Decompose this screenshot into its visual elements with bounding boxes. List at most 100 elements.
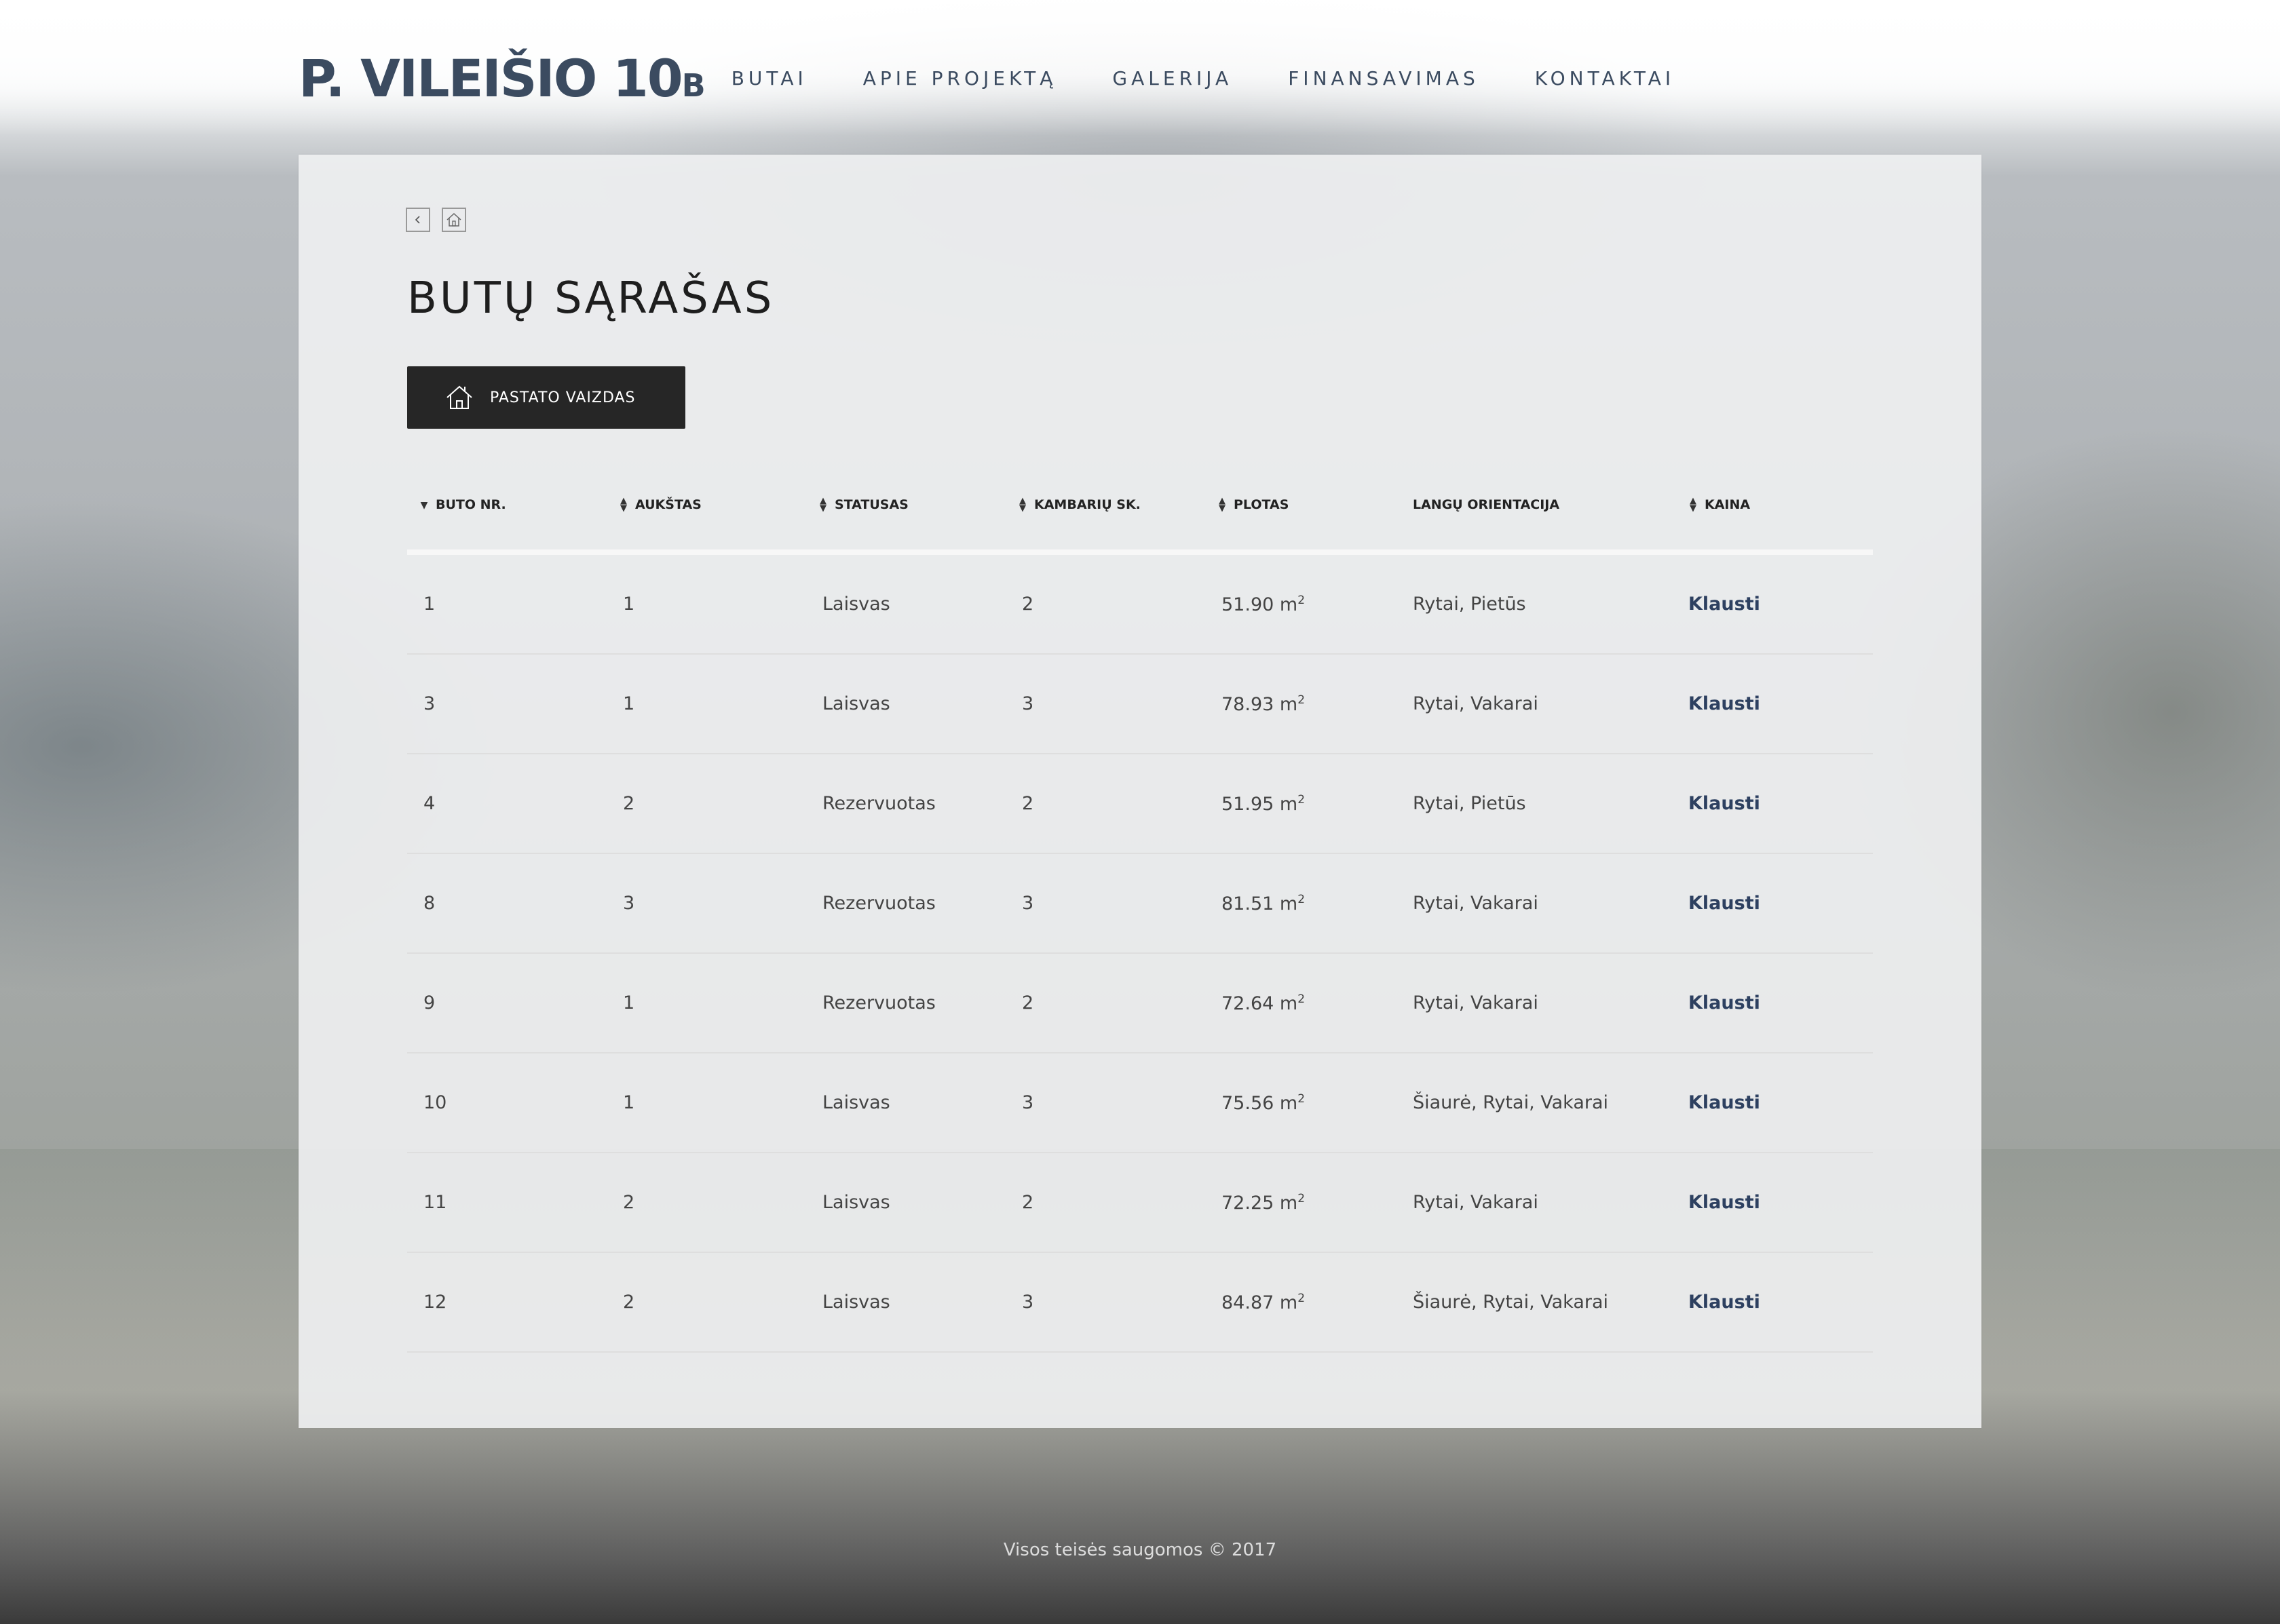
nav-item-finansavimas[interactable]: FINANSAVIMAS: [1288, 67, 1479, 90]
back-button[interactable]: [406, 208, 430, 232]
site-logo[interactable]: P. VILEIŠIO 10B: [299, 48, 706, 109]
cell-rooms: 3: [1006, 1252, 1205, 1353]
ask-price-link[interactable]: Klausti: [1688, 1192, 1760, 1213]
cell-floor: 1: [607, 1053, 806, 1153]
area-unit-exponent: 2: [1297, 992, 1306, 1006]
cell-status-value: Rezervuotas: [822, 893, 936, 914]
table-row[interactable]: 1 1 Laisvas 2 51.90 m2 Rytai, Pietūs Klausti: [407, 552, 1873, 655]
cell-apartment-number-value: 3: [423, 693, 436, 714]
column-header-statusas[interactable]: ▲ ▼ STATUSAS: [806, 460, 1006, 555]
cell-rooms-value: 3: [1022, 893, 1034, 914]
cell-rooms: 3: [1006, 654, 1205, 754]
ask-price-link[interactable]: Klausti: [1688, 992, 1760, 1013]
cell-apartment-number: 1: [407, 552, 607, 655]
cell-orientation: Šiaurė, Rytai, Vakarai: [1405, 1053, 1676, 1153]
page-title: BUTŲ SĄRAŠAS: [407, 273, 775, 324]
area-value: 84.87: [1221, 1292, 1274, 1313]
cell-status: Laisvas: [806, 1053, 1006, 1153]
cell-apartment-number-value: 9: [423, 992, 436, 1013]
cell-area: 78.93 m2: [1205, 654, 1405, 754]
cell-apartment-number-value: 1: [423, 594, 436, 615]
cell-status: Laisvas: [806, 1252, 1006, 1353]
ask-price-link[interactable]: Klausti: [1688, 693, 1760, 714]
area-value: 72.64: [1221, 992, 1274, 1014]
cell-status-value: Laisvas: [822, 594, 890, 615]
cell-floor-value: 1: [623, 992, 635, 1013]
cell-rooms: 2: [1006, 552, 1205, 655]
breadcrumb: [406, 208, 466, 232]
logo-text: P. VILEIŠIO 10: [299, 47, 683, 109]
cell-rooms: 2: [1006, 953, 1205, 1053]
cell-orientation: Rytai, Vakarai: [1405, 1153, 1676, 1253]
cell-rooms-value: 2: [1022, 793, 1034, 814]
cell-floor: 2: [607, 1153, 806, 1253]
nav-item-galerija[interactable]: GALERIJA: [1112, 67, 1232, 90]
sort-both-icon: ▲ ▼: [1019, 496, 1026, 514]
cell-area: 72.64 m2: [1205, 953, 1405, 1053]
ask-price-link[interactable]: Klausti: [1688, 1092, 1760, 1113]
area-value: 78.93: [1221, 693, 1274, 715]
column-header-label: AUKŠTAS: [635, 497, 702, 512]
cell-apartment-number-value: 11: [423, 1192, 447, 1213]
table-row[interactable]: 11 2 Laisvas 2 72.25 m2 Rytai, Vakarai Klausti: [407, 1153, 1873, 1253]
site-header: P. VILEIŠIO 10B BUTAI APIE PROJEKTĄ GALE…: [299, 41, 1730, 115]
column-header-aukstas[interactable]: ▲ ▼ AUKŠTAS: [607, 460, 806, 555]
nav-item-butai[interactable]: BUTAI: [732, 67, 808, 90]
cell-apartment-number: 8: [407, 853, 607, 954]
cell-orientation-value: Šiaurė, Rytai, Vakarai: [1413, 1292, 1609, 1313]
sort-both-icon: ▲ ▼: [1690, 496, 1696, 514]
nav-item-apie-projekta[interactable]: APIE PROJEKTĄ: [863, 67, 1057, 90]
ask-price-link[interactable]: Klausti: [1688, 1292, 1760, 1313]
table-row[interactable]: 9 1 Rezervuotas 2 72.64 m2 Rytai, Vakarai Klau…: [407, 953, 1873, 1053]
table-row[interactable]: 3 1 Laisvas 3 78.93 m2 Rytai, Vakarai Klausti: [407, 654, 1873, 754]
cell-apartment-number-value: 8: [423, 893, 436, 914]
column-header-kambariu-sk[interactable]: ▲ ▼ KAMBARIŲ SK.: [1006, 460, 1205, 555]
cell-floor: 1: [607, 654, 806, 754]
nav-item-kontaktai[interactable]: KONTAKTAI: [1535, 67, 1675, 90]
cell-orientation-value: Rytai, Vakarai: [1413, 893, 1538, 914]
table-row[interactable]: 4 2 Rezervuotas 2 51.95 m2 Rytai, Pietūs Klaus…: [407, 754, 1873, 854]
cell-apartment-number: 11: [407, 1153, 607, 1253]
cell-apartment-number-value: 10: [423, 1092, 447, 1113]
area-value: 75.56: [1221, 1092, 1274, 1114]
ask-price-link[interactable]: Klausti: [1688, 893, 1760, 914]
area-value: 81.51: [1221, 893, 1274, 914]
cell-status-value: Laisvas: [822, 1292, 890, 1313]
chevron-left-icon: [415, 216, 420, 224]
cell-rooms-value: 3: [1022, 1292, 1034, 1313]
home-button[interactable]: [442, 208, 466, 232]
column-header-langu-orientacija: LANGŲ ORIENTACIJA: [1405, 460, 1676, 555]
area-unit-exponent: 2: [1297, 1191, 1306, 1205]
table-row[interactable]: 12 2 Laisvas 3 84.87 m2 Šiaurė, Rytai, Vakara…: [407, 1252, 1873, 1353]
column-header-kaina[interactable]: ▲ ▼ KAINA: [1676, 460, 1873, 555]
cell-rooms: 3: [1006, 853, 1205, 954]
cell-orientation-value: Rytai, Pietūs: [1413, 793, 1526, 814]
site-footer: Visos teisės saugomos © 2017: [0, 1540, 2280, 1560]
area-unit-exponent: 2: [1297, 693, 1306, 707]
cell-apartment-number: 3: [407, 654, 607, 754]
cell-orientation: Rytai, Pietūs: [1405, 552, 1676, 655]
cell-floor-value: 1: [623, 693, 635, 714]
column-header-buto-nr[interactable]: ▼ BUTO NR.: [407, 460, 607, 555]
area-unit-exponent: 2: [1297, 1091, 1306, 1106]
cell-price: Klausti: [1676, 552, 1873, 655]
table-row[interactable]: 8 3 Rezervuotas 3 81.51 m2 Rytai, Vakarai Klau…: [407, 853, 1873, 954]
logo-suffix: B: [681, 66, 706, 104]
ask-price-link[interactable]: Klausti: [1688, 793, 1760, 814]
cell-orientation: Rytai, Vakarai: [1405, 853, 1676, 954]
cell-orientation-value: Rytai, Vakarai: [1413, 693, 1538, 714]
cell-status: Laisvas: [806, 1153, 1006, 1253]
table-row[interactable]: 10 1 Laisvas 3 75.56 m2 Šiaurė, Rytai, Vakara…: [407, 1053, 1873, 1153]
ask-price-link[interactable]: Klausti: [1688, 594, 1760, 615]
building-view-button[interactable]: PASTATO VAIZDAS: [407, 366, 685, 429]
cell-floor-value: 1: [623, 1092, 635, 1113]
cell-apartment-number: 4: [407, 754, 607, 854]
column-header-plotas[interactable]: ▲ ▼ PLOTAS: [1205, 460, 1405, 555]
cell-floor: 1: [607, 953, 806, 1053]
cell-area: 51.95 m2: [1205, 754, 1405, 854]
home-icon: [446, 212, 461, 227]
cell-rooms-value: 3: [1022, 693, 1034, 714]
area-value: 51.90: [1221, 594, 1274, 615]
area-unit: m: [1279, 1092, 1298, 1114]
cell-rooms-value: 3: [1022, 1092, 1034, 1113]
